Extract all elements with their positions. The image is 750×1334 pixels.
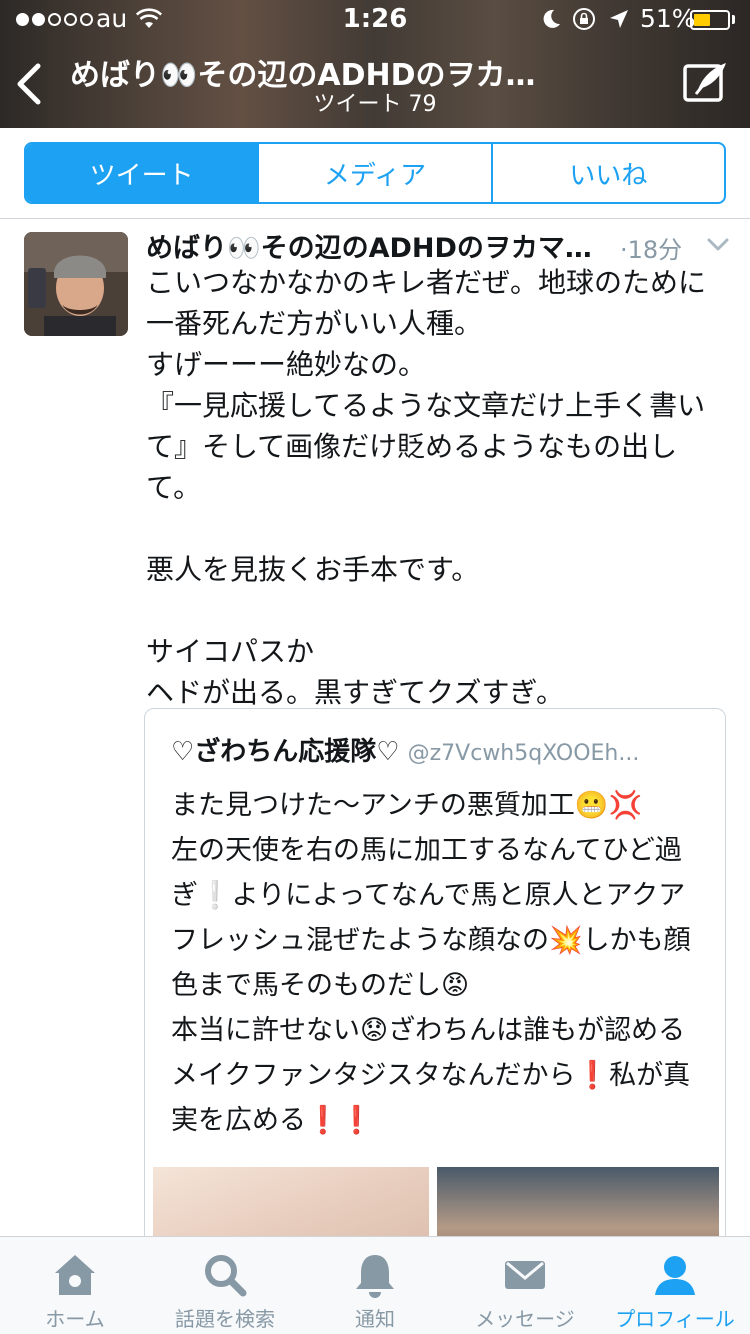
quoted-tweet-text: また見つけた〜アンチの悪質加工😬💢 左の天使を右の馬に加工するなんてひど過ぎ❕よ…: [171, 790, 691, 1136]
tweet-header: めばり👀その辺のADHDのヲカマ… ·18分: [146, 226, 736, 266]
tab-home[interactable]: ホーム: [0, 1237, 150, 1334]
status-bar: au 1:26 51%: [0, 0, 750, 40]
tab-notifications-label: 通知: [355, 1307, 395, 1331]
tab-home-label: ホーム: [45, 1307, 105, 1331]
quoted-author-handle: @z7Vcwh5qXOOEh...: [407, 741, 640, 766]
avatar[interactable]: [24, 232, 128, 336]
bell-icon: [356, 1255, 394, 1298]
tab-media[interactable]: メディア: [257, 144, 490, 202]
location-arrow-icon: [610, 10, 628, 28]
do-not-disturb-icon: [543, 9, 560, 28]
battery-icon: [690, 10, 730, 30]
profile-tabs: ツイート メディア いいね: [24, 142, 726, 204]
battery-nub: [732, 15, 735, 24]
home-icon: [55, 1255, 95, 1295]
profile-icon: [655, 1256, 695, 1295]
tab-notifications[interactable]: 通知: [300, 1237, 450, 1334]
orientation-lock-icon: [573, 8, 595, 30]
tab-tweets[interactable]: ツイート: [26, 144, 258, 202]
compose-tweet-icon[interactable]: [682, 60, 730, 104]
tweet-author-name[interactable]: めばり👀その辺のADHDのヲカマ…: [146, 226, 614, 265]
tab-messages[interactable]: メッセージ: [450, 1237, 600, 1334]
profile-header: au 1:26 51% めばり👀その辺のADHDのヲカ… ツイート 79: [0, 0, 750, 128]
bottom-tab-bar: ホーム 話題を検索 通知 メッセージ プロフィール: [0, 1236, 750, 1334]
tab-profile-label: プロフィール: [615, 1307, 735, 1331]
divider: [0, 218, 750, 219]
tab-likes[interactable]: いいね: [490, 144, 724, 202]
battery-level: [694, 14, 710, 26]
quoted-author-name: ♡ざわちん応援隊♡: [171, 737, 400, 767]
search-icon: [205, 1255, 247, 1297]
battery-percent: 51%: [640, 4, 696, 33]
tab-messages-label: メッセージ: [475, 1307, 575, 1331]
avatar-image: [24, 232, 128, 336]
chevron-down-icon[interactable]: [706, 236, 730, 254]
tweet-count: ツイート 79: [313, 92, 437, 117]
tweet-text: こいつなかなかのキレ者だぜ。地球のために一番死んだ方がいい人種。 すげーーー絶妙…: [146, 266, 707, 709]
tab-search[interactable]: 話題を検索: [150, 1237, 300, 1334]
tab-profile[interactable]: プロフィール: [600, 1237, 750, 1334]
quoted-tweet-header: ♡ざわちん応援隊♡ @z7Vcwh5qXOOEh...: [171, 731, 711, 768]
tab-search-label: 話題を検索: [175, 1307, 275, 1331]
mail-icon: [505, 1261, 545, 1289]
tweet-timestamp: ·18分: [620, 236, 683, 264]
quoted-tweet-card[interactable]: ♡ざわちん応援隊♡ @z7Vcwh5qXOOEh... また見つけた〜アンチの悪質…: [144, 708, 726, 1268]
status-time: 1:26: [342, 4, 408, 34]
